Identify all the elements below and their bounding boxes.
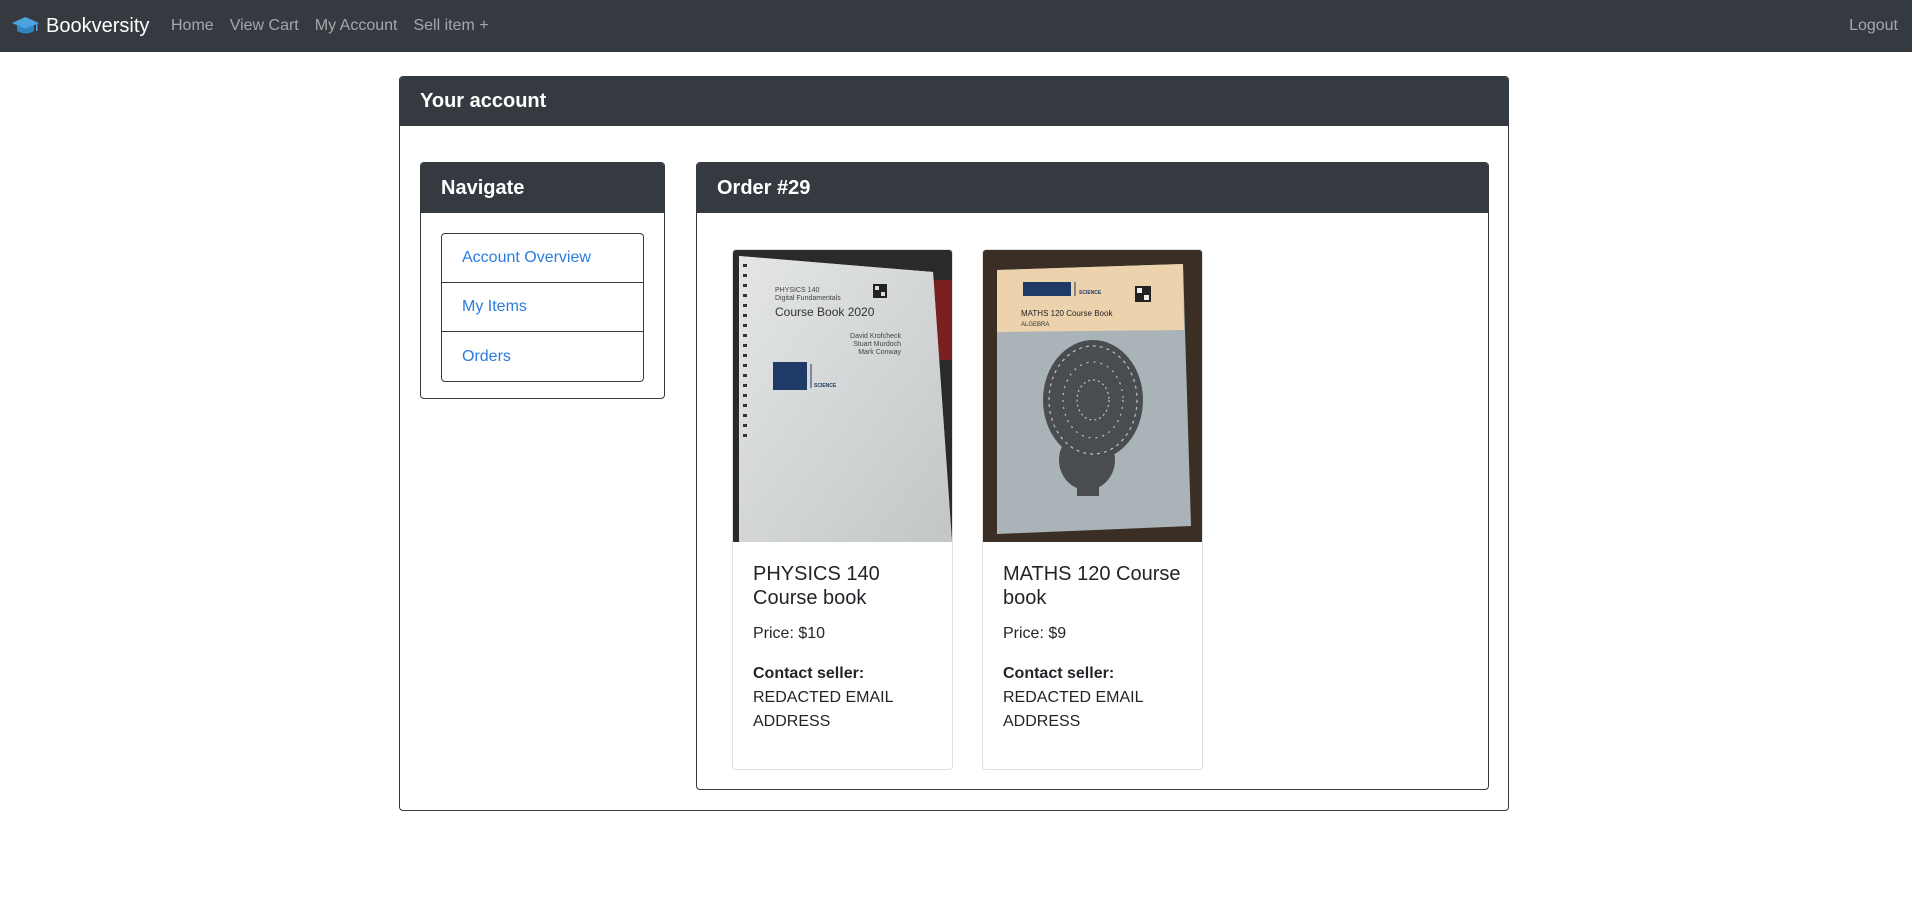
account-title: Your account <box>420 90 547 112</box>
nav-item-my-items[interactable]: My Items <box>442 283 643 332</box>
contact-seller-email: REDACTED EMAIL ADDRESS <box>753 689 893 730</box>
order-title: Order #29 <box>717 176 811 199</box>
navigate-list: Account Overview My Items Orders <box>441 233 644 382</box>
nav-link-sell-item[interactable]: Sell item + <box>413 17 488 35</box>
book-price: Price: $9 <box>1003 625 1067 642</box>
book-body: MATHS 120 Course book Price: $9 Contact … <box>983 542 1202 734</box>
book-price: Price: $10 <box>753 625 826 642</box>
svg-text:PHYSICS 140: PHYSICS 140 <box>775 287 819 294</box>
nav-link-home[interactable]: Home <box>171 17 214 35</box>
brand-name: Bookversity <box>46 14 150 37</box>
account-card: Your account Navigate Account Overview M… <box>399 76 1509 811</box>
contact-seller-label: Contact seller: <box>1003 665 1115 682</box>
nav-item-orders[interactable]: Orders <box>442 332 643 381</box>
svg-text:David Krofcheck: David Krofcheck <box>850 333 901 340</box>
book-title: PHYSICS 140 Course book <box>753 563 880 609</box>
nav-links: Home View Cart My Account Sell item + <box>171 0 505 52</box>
book-title: MATHS 120 Course book <box>1003 563 1181 609</box>
svg-text:SCIENCE: SCIENCE <box>814 383 837 389</box>
svg-text:Course Book 2020: Course Book 2020 <box>775 305 875 319</box>
logout-link[interactable]: Logout <box>1849 0 1898 52</box>
nav-link-view-cart[interactable]: View Cart <box>230 17 299 35</box>
navigate-title: Navigate <box>441 176 525 199</box>
order-card: Order #29 PHYSICS 140 Digital Fundamenta… <box>696 162 1489 790</box>
graduation-cap-icon <box>12 17 39 34</box>
nav-link-my-account[interactable]: My Account <box>315 17 398 35</box>
book-card: SCIENCE MATHS 120 Course Book ALGEBRA MA… <box>982 249 1203 770</box>
book-body: PHYSICS 140 Course book Price: $10 Conta… <box>733 542 952 734</box>
svg-text:MATHS 120 Course Book: MATHS 120 Course Book <box>1021 309 1113 318</box>
contact-seller-email: REDACTED EMAIL ADDRESS <box>1003 689 1143 730</box>
navigate-card-header: Navigate <box>421 163 664 213</box>
svg-text:Mark Conway: Mark Conway <box>858 349 901 356</box>
svg-text:Stuart Murdoch: Stuart Murdoch <box>853 341 901 348</box>
book-cover-image: PHYSICS 140 Digital Fundamentals Course … <box>733 250 952 542</box>
svg-text:Digital Fundamentals: Digital Fundamentals <box>775 295 841 302</box>
account-card-header: Your account <box>400 77 1508 126</box>
nav-item-account-overview[interactable]: Account Overview <box>442 234 643 283</box>
book-card: PHYSICS 140 Digital Fundamentals Course … <box>732 249 953 770</box>
top-navbar: Bookversity Home View Cart My Account Se… <box>0 0 1912 52</box>
order-card-header: Order #29 <box>697 163 1488 213</box>
contact-seller-label: Contact seller: <box>753 665 865 682</box>
brand-link[interactable]: Bookversity <box>12 0 149 52</box>
navigate-card: Navigate Account Overview My Items Order… <box>420 162 665 399</box>
book-cover-image: SCIENCE MATHS 120 Course Book ALGEBRA <box>983 250 1202 542</box>
svg-text:SCIENCE: SCIENCE <box>1079 290 1102 296</box>
svg-text:ALGEBRA: ALGEBRA <box>1021 322 1049 328</box>
